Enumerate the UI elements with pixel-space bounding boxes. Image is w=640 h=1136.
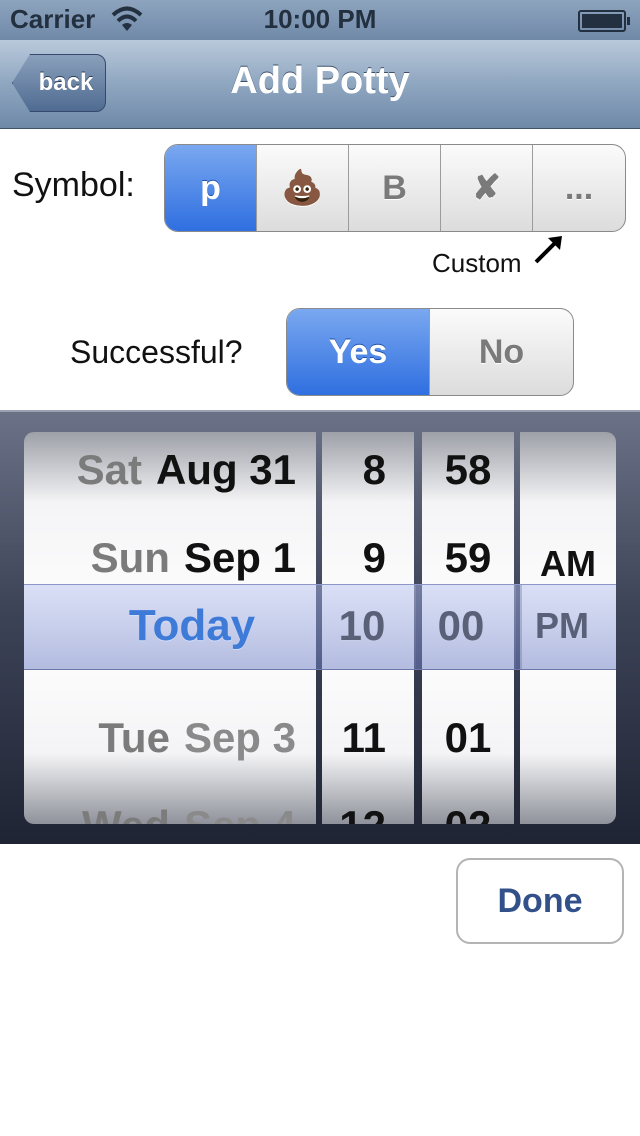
symbol-option-p[interactable]: p [165,145,257,231]
symbol-segmented-control: p 💩 B ✘ ... [164,144,626,232]
minute-row: 58 [444,446,492,493]
date-row: Tue Sep 3 [98,714,296,761]
symbol-option-poop[interactable]: 💩 [257,145,349,231]
custom-hint-label: Custom [432,248,522,278]
minute-row: 02 [422,782,514,824]
successful-segmented-control: Yes No [286,308,574,396]
hour-row: 11 [341,714,386,761]
date-row: Sat Aug 31 [76,446,296,493]
symbol-label: Symbol: [12,166,135,204]
successful-label: Successful? [70,334,243,370]
arrow-up-right-icon [534,236,562,264]
selected-ampm: PM [535,605,589,646]
page-title: Add Potty [230,60,410,102]
successful-yes-option[interactable]: Yes [287,309,430,395]
status-time: 10:00 PM [263,4,377,34]
status-bar: Carrier 10:00 PM [0,0,640,40]
hour-row: 8 [362,446,386,493]
date-row: WedSep 4 [24,782,316,824]
battery-icon [578,10,630,32]
done-button[interactable]: Done [456,858,624,944]
symbol-option-x[interactable]: ✘ [441,145,533,231]
selected-minute: 00 [437,602,485,649]
selected-date: Today [128,601,256,650]
minute-row: 01 [444,714,492,761]
date-time-picker[interactable]: SatAug 31 SunSep 1 TueSep 3 WedSep 4 8 9… [0,410,640,844]
symbol-option-b[interactable]: B [349,145,441,231]
successful-no-option[interactable]: No [430,309,573,395]
navigation-bar: back Add Potty [0,40,640,129]
hour-row: 12 [322,782,414,824]
symbol-option-custom[interactable]: ... [533,145,625,231]
selected-hour: 10 [338,602,386,649]
